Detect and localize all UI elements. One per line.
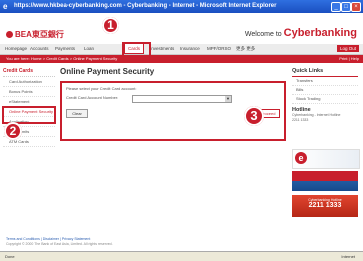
page-footer: Terms and Conditions | Disclaimer | Priv…: [6, 237, 286, 247]
left-menu-item-card-authorization[interactable]: Card Authorization: [3, 77, 55, 87]
bea-logo-text: BEA東亞銀行: [15, 30, 64, 39]
account-field-label: Credit Card Account Number:: [66, 95, 119, 100]
ie-icon: e: [3, 2, 8, 11]
left-menu-item-bonus-points[interactable]: Bonus Points: [3, 87, 55, 97]
welcome-prefix: Welcome to: [244, 31, 282, 38]
bea-logo-icon: [6, 31, 13, 38]
print-help-links[interactable]: Print | Help: [339, 55, 359, 63]
quick-link-transfers[interactable]: Transfers: [292, 77, 358, 86]
nav-item-homepage[interactable]: Homepage: [5, 44, 27, 54]
main-content: Online Payment Security Please select yo…: [60, 67, 286, 187]
credit-card-account-select[interactable]: ▼: [132, 95, 232, 103]
highlight-cards-tab: [122, 42, 151, 57]
logout-button[interactable]: Log Out: [336, 45, 359, 52]
ad-stripe: [292, 171, 358, 181]
chevron-down-icon[interactable]: ▼: [225, 96, 231, 102]
nav-item-mpf[interactable]: MPF/ORSO: [207, 44, 231, 54]
hotline-number: 2211 1333: [292, 118, 309, 122]
sub-nav-bar: You are here: Home > Credit Cards > Onli…: [0, 55, 363, 63]
nav-item-accounts[interactable]: Accounts: [30, 44, 49, 54]
nav-item-investments[interactable]: Investments: [150, 44, 174, 54]
ad-banner-e-services[interactable]: e: [292, 149, 360, 169]
site-header: BEA東亞銀行 Welcome to Cyberbanking: [0, 13, 363, 45]
left-menu-title: Credit Cards: [3, 67, 55, 77]
nav-item-payments[interactable]: Payments: [55, 44, 75, 54]
page-title: Online Payment Security: [60, 67, 155, 76]
form-instruction: Please select your Credit Card account:: [66, 86, 137, 91]
ad-hotline-label: Cyberbanking Hotline: [308, 198, 342, 202]
footer-copyright: Copyright © 2000 The Bank of East Asia, …: [6, 242, 113, 246]
nav-item-more[interactable]: 更多 更多: [236, 44, 255, 54]
breadcrumb: You are here: Home > Credit Cards > Onli…: [6, 56, 118, 61]
title-bar: e https://www.hkbea-cyberbanking.com - C…: [0, 0, 363, 13]
ad-banner-cyberbanking[interactable]: [292, 171, 358, 191]
main-nav: Homepage Accounts Payments Loan Cards In…: [0, 43, 363, 55]
step-marker-3: 3: [244, 106, 264, 126]
welcome-brand: Cyberbanking: [283, 27, 357, 39]
ad-banner-hotline[interactable]: Cyberbanking Hotline 2211 1333: [292, 195, 358, 217]
minimize-icon[interactable]: _: [331, 2, 341, 12]
maximize-icon[interactable]: □: [341, 2, 351, 12]
quick-link-stock-trading[interactable]: Stock Trading: [292, 95, 358, 104]
close-icon[interactable]: ×: [351, 2, 361, 12]
welcome-banner: Welcome to Cyberbanking: [245, 27, 357, 39]
e-logo-icon: e: [295, 152, 307, 164]
window-title: https://www.hkbea-cyberbanking.com - Cyb…: [14, 3, 277, 9]
quick-links-title: Quick Links: [292, 67, 358, 77]
step-marker-1: 1: [102, 17, 119, 34]
nav-item-loan[interactable]: Loan: [84, 44, 94, 54]
ad-hotline-number: 2211 1333: [308, 202, 342, 209]
clear-button[interactable]: Clear: [66, 109, 88, 118]
bea-logo[interactable]: BEA東亞銀行: [6, 30, 76, 40]
right-pane: Quick Links Transfers Bills Stock Tradin…: [292, 67, 360, 245]
step-marker-2: 2: [4, 122, 22, 140]
browser-window: e https://www.hkbea-cyberbanking.com - C…: [0, 0, 363, 261]
quick-link-bills[interactable]: Bills: [292, 86, 358, 95]
nav-item-insurance[interactable]: Insurance: [180, 44, 200, 54]
